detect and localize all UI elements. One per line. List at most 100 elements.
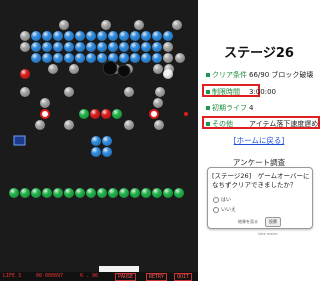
gray-brick <box>134 20 144 30</box>
clear-condition-value: 66/90 ブロック破壊 <box>249 71 314 79</box>
gray-brick <box>48 64 58 74</box>
other-row: その他 アイテム落下速度遅め <box>206 119 318 129</box>
blue-brick <box>53 42 63 52</box>
blue-brick <box>53 31 63 41</box>
initial-lives-value: 4 <box>249 104 254 112</box>
blue-brick <box>141 31 151 41</box>
blue-brick <box>31 42 41 52</box>
pause-button[interactable]: PAUSE <box>115 273 137 281</box>
gray-brick <box>124 120 134 130</box>
time-limit-label: 制限時間 <box>212 88 240 96</box>
blue-brick <box>31 53 41 63</box>
survey-question: [ステージ26] ゲームオーバーになちずクリアできましたか？ <box>212 172 310 189</box>
white-brick <box>163 69 173 79</box>
green-brick <box>163 188 173 198</box>
retry-button[interactable]: RETRY <box>146 273 168 281</box>
red-brick <box>101 109 111 119</box>
blue-brick <box>75 31 85 41</box>
green-brick <box>79 109 89 119</box>
bullet-icon <box>206 106 210 110</box>
blue-brick <box>64 31 74 41</box>
blue-brick <box>91 147 101 157</box>
blue-brick <box>102 147 112 157</box>
blue-brick <box>42 31 52 41</box>
brick-field <box>9 20 188 272</box>
gray-brick <box>153 64 163 74</box>
blue-brick <box>31 31 41 41</box>
gray-brick <box>175 53 185 63</box>
blue-brick <box>119 53 129 63</box>
blue-brick <box>108 42 118 52</box>
bullet-icon <box>206 122 210 126</box>
radio-icon[interactable] <box>213 206 219 213</box>
blue-brick <box>141 53 151 63</box>
blue-brick <box>64 42 74 52</box>
blue-brick <box>152 42 162 52</box>
green-brick <box>130 188 140 198</box>
green-brick <box>152 188 162 198</box>
red-brick <box>20 69 30 79</box>
green-brick <box>112 109 122 119</box>
blue-brick <box>86 53 96 63</box>
stage-title: ステージ26 <box>224 46 294 61</box>
green-brick <box>75 188 85 198</box>
blue-brick <box>97 42 107 52</box>
blue-brick <box>130 53 140 63</box>
game-status-bar: LIFE 3 00 000897 6 . 96 PAUSE RETRY QUIT <box>0 272 198 281</box>
survey-option-no[interactable]: いいえ <box>213 206 236 213</box>
green-brick <box>20 188 30 198</box>
green-brick <box>42 188 52 198</box>
gray-brick <box>163 42 173 52</box>
survey-widget: [ステージ26] ゲームオーバーになちずクリアできましたか？ はい いいえ 結果… <box>207 167 313 229</box>
gray-brick <box>172 20 182 30</box>
blue-brick <box>130 42 140 52</box>
gray-brick <box>64 87 74 97</box>
score-counter: 00 000897 <box>36 273 64 279</box>
results-link[interactable]: 結果を見る <box>238 219 258 225</box>
blue-brick <box>152 31 162 41</box>
target-brick <box>40 109 50 119</box>
blue-brick <box>53 53 63 63</box>
item-box-icon <box>13 135 26 146</box>
blue-brick <box>119 42 129 52</box>
green-brick <box>86 188 96 198</box>
green-brick <box>174 188 184 198</box>
gray-brick <box>20 31 30 41</box>
survey-option-yes[interactable]: はい <box>213 196 231 203</box>
blue-brick <box>102 136 112 146</box>
blue-brick <box>108 31 118 41</box>
radio-icon[interactable] <box>213 196 219 203</box>
survey-option-label: はい <box>221 197 232 203</box>
bullet-icon <box>206 90 210 94</box>
home-link[interactable]: [ホームに戻る] <box>198 135 320 146</box>
gray-brick <box>64 120 74 130</box>
ball <box>184 112 188 116</box>
gray-brick <box>35 120 45 130</box>
blue-brick <box>163 31 173 41</box>
quit-button[interactable]: QUIT <box>174 273 193 281</box>
blue-brick <box>152 53 162 63</box>
blue-brick <box>64 53 74 63</box>
clear-condition-row: クリア条件 66/90 ブロック破壊 <box>206 70 313 80</box>
blue-brick <box>75 42 85 52</box>
gray-brick <box>20 87 30 97</box>
blue-brick <box>42 42 52 52</box>
gray-brick <box>69 64 79 74</box>
gray-brick <box>59 20 69 30</box>
blue-brick <box>97 31 107 41</box>
blue-brick <box>86 31 96 41</box>
game-board[interactable]: LIFE 3 00 000897 6 . 96 PAUSE RETRY QUIT <box>0 0 198 281</box>
red-brick <box>90 109 100 119</box>
blue-brick <box>75 53 85 63</box>
blue-brick <box>141 42 151 52</box>
blue-brick <box>86 42 96 52</box>
stage-info-panel: ステージ26 クリア条件 66/90 ブロック破壊 制限時間 3:00:00 初期ラ… <box>198 0 320 281</box>
lives-counter: LIFE 3 <box>3 273 22 279</box>
gray-brick <box>101 20 111 30</box>
initial-lives-row: 初期ライフ 4 <box>206 103 253 113</box>
time-limit-value: 3:00:00 <box>249 88 276 96</box>
vote-button[interactable]: 投票 <box>265 217 281 227</box>
green-brick <box>141 188 151 198</box>
gray-brick <box>154 120 164 130</box>
gray-brick <box>163 53 173 63</box>
